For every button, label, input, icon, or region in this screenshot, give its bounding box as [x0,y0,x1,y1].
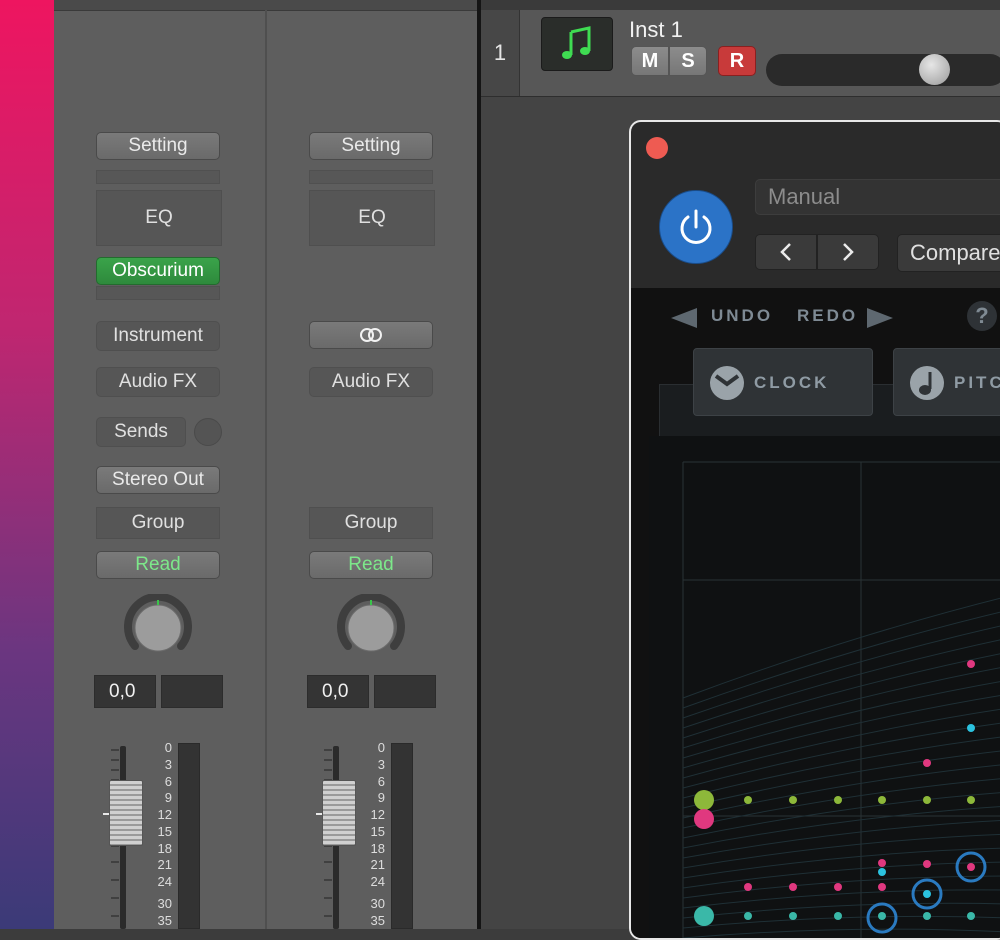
plugin-window: Manual Compare UNDO REDO ? CLOCK PITC [629,120,1000,940]
compare-button[interactable]: Compare [897,234,1000,272]
preset-menu[interactable]: Manual [755,179,1000,215]
scale-label: 0 [164,740,172,755]
pan-knob[interactable] [336,592,406,664]
setting-button[interactable]: Setting [96,132,220,160]
instrument-plugin-slot[interactable]: Obscurium [96,257,220,285]
tab-pitch[interactable]: PITC [893,348,1000,416]
close-window-button[interactable] [646,137,668,159]
scale-label: 12 [157,807,172,822]
automation-mode-button[interactable]: Read [96,551,220,579]
scale-label: 3 [164,757,172,772]
scale-label: 18 [157,841,172,856]
scale-label: 12 [370,807,385,822]
audio-fx-slot[interactable]: Audio FX [96,367,220,397]
power-icon[interactable] [659,190,733,264]
scale-label: 21 [370,857,385,872]
track-name[interactable]: Inst 1 [629,17,683,43]
scale-label: 24 [157,874,172,889]
link-button[interactable] [309,321,433,349]
pan-value[interactable]: 0,0 [94,675,156,708]
pan-knob[interactable] [123,592,193,664]
tab-label: CLOCK [754,373,830,392]
redo-arrow-icon[interactable] [865,306,895,330]
eq-display[interactable]: EQ [309,190,435,246]
chevron-left-icon [780,243,791,261]
ruler-strip [481,0,1000,10]
note-icon [910,366,944,400]
next-preset-button[interactable] [817,234,879,270]
tab-clock[interactable]: CLOCK [693,348,873,416]
scale-label: 18 [370,841,385,856]
setting-slot [96,170,220,184]
scale-label: 3 [377,757,385,772]
level-meter [178,743,200,929]
mixer-panel: Setting EQ Obscurium Instrument Audio FX… [54,0,477,929]
group-slot[interactable]: Group [96,507,220,539]
channel-strip-2: Setting EQ Audio FX Group Read 0,0 0 3 6… [267,0,479,929]
tab-label: PITC [954,373,1000,392]
track-number-column: 1 [481,10,520,96]
scale-label: 15 [157,824,172,839]
eq-display[interactable]: EQ [96,190,222,246]
peak-display [374,675,436,708]
help-button[interactable]: ? [967,301,997,331]
link-rings-icon [360,328,382,342]
scale-label: 24 [370,874,385,889]
send-level-knob[interactable] [194,418,222,446]
output-button[interactable]: Stereo Out [96,466,220,494]
setting-button[interactable]: Setting [309,132,433,160]
mute-button[interactable]: M [631,46,669,76]
setting-slot [309,170,433,184]
scale-label: 6 [164,774,172,789]
grid-visual [682,461,1000,938]
scale-label: 9 [377,790,385,805]
scale-label: 35 [370,913,385,928]
audio-fx-slot[interactable]: Audio FX [309,367,433,397]
scale-label: 21 [157,857,172,872]
scale-label: 30 [370,896,385,911]
solo-button[interactable]: S [669,46,707,76]
plugin-slot-empty[interactable] [96,286,220,300]
sends-slot[interactable]: Sends [96,417,186,447]
scale-label: 6 [377,774,385,789]
level-scale: 0 3 6 9 12 15 18 21 24 30 35 [345,740,385,929]
undo-arrow-icon[interactable] [669,306,699,330]
record-enable-button[interactable]: R [718,46,756,76]
music-note-icon[interactable] [541,17,613,71]
channel-strip-1: Setting EQ Obscurium Instrument Audio FX… [54,0,266,929]
group-slot[interactable]: Group [309,507,433,539]
automation-mode-button[interactable]: Read [309,551,433,579]
sequencer-grid[interactable] [649,436,1000,938]
scale-label: 30 [157,896,172,911]
track-volume-slider[interactable] [766,54,1000,86]
level-meter [391,743,413,929]
scale-label: 9 [164,790,172,805]
peak-display [161,675,223,708]
previous-preset-button[interactable] [755,234,817,270]
scale-label: 0 [377,740,385,755]
pan-value[interactable]: 0,0 [307,675,369,708]
undo-button[interactable]: UNDO [711,306,773,326]
scale-label: 35 [157,913,172,928]
redo-button[interactable]: REDO [797,306,858,326]
track-number: 1 [493,40,507,65]
scale-label: 15 [370,824,385,839]
desktop-wallpaper [0,0,54,929]
chevron-right-icon [843,243,854,261]
level-scale: 0 3 6 9 12 15 18 21 24 30 35 [132,740,172,929]
instrument-label: Instrument [96,321,220,351]
track-volume-thumb[interactable] [919,54,950,85]
clock-icon [710,366,744,400]
